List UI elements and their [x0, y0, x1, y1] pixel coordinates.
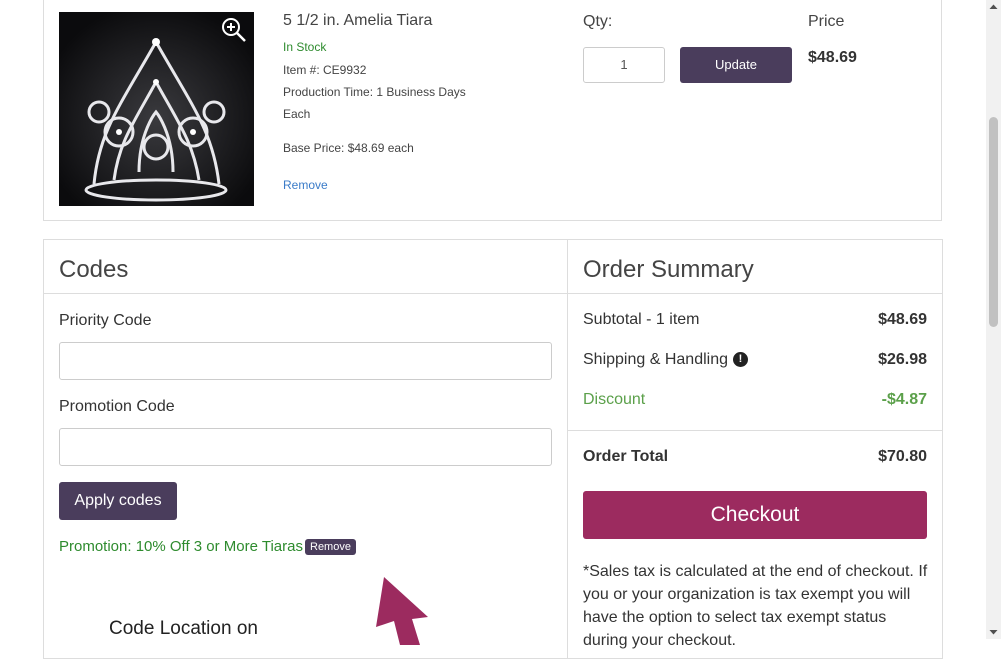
price-label: Price	[808, 13, 845, 30]
subtotal-label: Subtotal - 1 item	[583, 311, 700, 328]
promotion-text: Promotion: 10% Off 3 or More Tiaras	[59, 538, 303, 555]
order-total-label: Order Total	[583, 448, 669, 465]
remove-item-link[interactable]: Remove	[283, 178, 328, 192]
shipping-label-wrap: Shipping & Handling!	[583, 351, 748, 369]
remove-promotion-button[interactable]: Remove	[305, 539, 356, 556]
scrollbar-thumb[interactable]	[989, 117, 998, 327]
promotion-code-label: Promotion Code	[59, 398, 175, 415]
subtotal-value: $48.69	[878, 311, 927, 328]
discount-label: Discount	[583, 391, 646, 408]
codes-divider	[44, 293, 567, 294]
update-button[interactable]: Update	[680, 47, 792, 83]
info-icon[interactable]: !	[733, 352, 748, 368]
sales-tax-note: *Sales tax is calculated at the end of c…	[583, 563, 928, 649]
shipping-value: $26.98	[878, 351, 927, 368]
unit-label: Each	[283, 107, 311, 121]
item-price: $48.69	[808, 49, 857, 66]
product-title[interactable]: 5 1/2 in. Amelia Tiara	[283, 12, 432, 30]
qty-label: Qty:	[583, 13, 613, 30]
quantity-input[interactable]: 1	[583, 47, 665, 83]
base-price: Base Price: $48.69 each	[283, 141, 414, 155]
priority-code-label: Priority Code	[59, 312, 152, 329]
subtotal-row: Subtotal - 1 item $48.69	[583, 311, 927, 329]
code-location-heading: Code Location on	[109, 618, 258, 639]
zoom-in-icon[interactable]	[220, 16, 248, 44]
shipping-label: Shipping & Handling	[583, 351, 728, 368]
stock-status: In Stock	[283, 40, 327, 54]
scroll-down-icon[interactable]	[986, 625, 1001, 639]
shipping-row: Shipping & Handling! $26.98	[583, 351, 927, 369]
checkout-button[interactable]: Checkout	[583, 491, 927, 539]
item-number: Item #: CE9932	[283, 63, 367, 77]
product-image[interactable]	[59, 12, 254, 206]
promotion-code-input[interactable]	[59, 428, 552, 466]
discount-row: Discount -$4.87	[583, 391, 927, 409]
order-summary-title: Order Summary	[583, 256, 754, 283]
production-time: Production Time: 1 Business Days	[283, 85, 466, 99]
apply-codes-button[interactable]: Apply codes	[59, 482, 177, 520]
scroll-up-icon[interactable]	[986, 0, 1001, 14]
order-total-value: $70.80	[878, 448, 927, 465]
total-divider	[568, 430, 942, 431]
discount-value: -$4.87	[881, 391, 927, 408]
priority-code-input[interactable]	[59, 342, 552, 380]
arrow-up-icon	[370, 575, 432, 645]
applied-promotion: Promotion: 10% Off 3 or More Tiaras Remov…	[59, 538, 356, 556]
order-total-row: Order Total $70.80	[583, 448, 927, 466]
summary-divider	[568, 293, 942, 294]
codes-title: Codes	[59, 256, 129, 283]
